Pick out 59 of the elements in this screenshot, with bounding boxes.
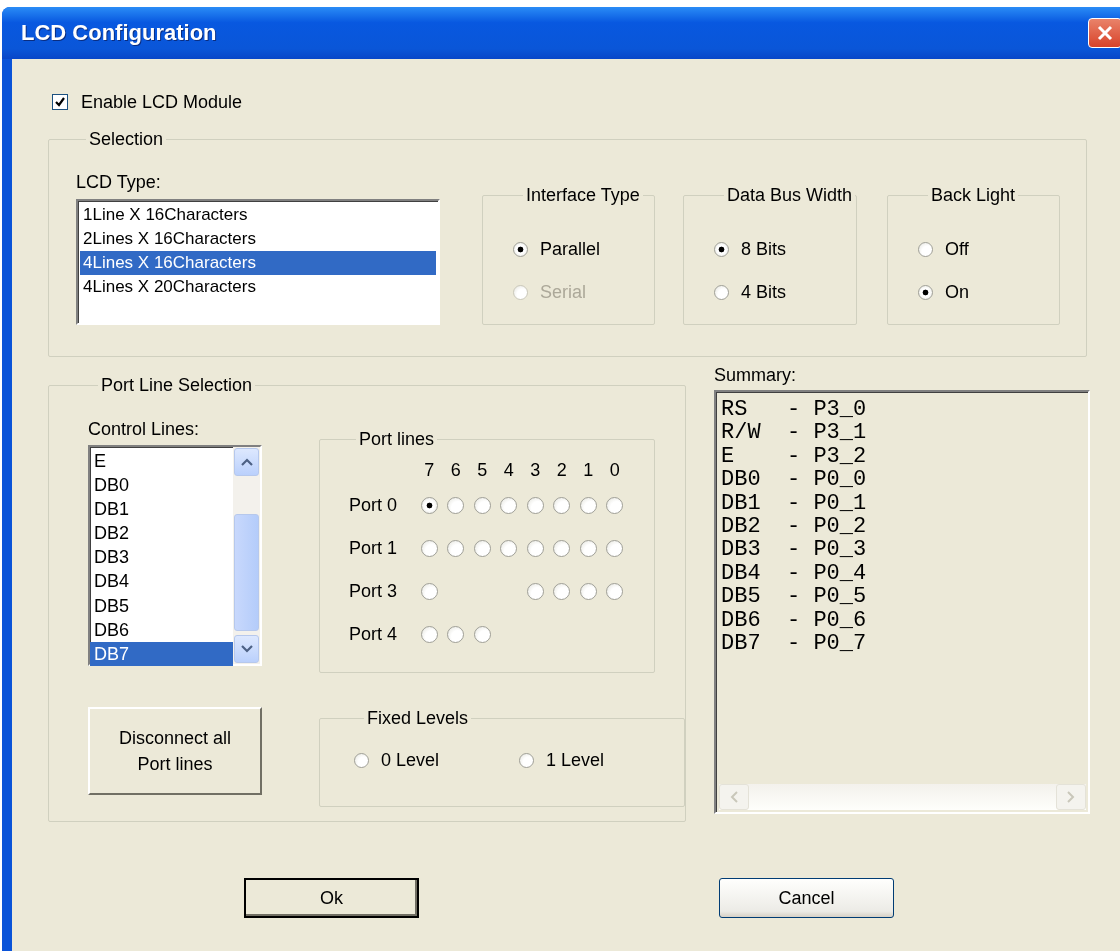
group-title: Port Line Selection xyxy=(100,375,254,396)
summary-line: DB6 - P0_6 xyxy=(721,608,868,633)
summary-line: DB2 - P0_2 xyxy=(721,515,868,539)
dialog-button[interactable]: Cancel xyxy=(719,878,894,918)
bit-number: 6 xyxy=(450,459,461,481)
group-title: Fixed Levels xyxy=(366,708,470,729)
radio-label: 4 Bits xyxy=(741,282,787,303)
list-item[interactable]: DB0 xyxy=(90,473,233,498)
list-label: LCD Type: xyxy=(76,171,162,193)
summary-line: DB4 - P0_4 xyxy=(721,561,868,586)
list-item[interactable]: E xyxy=(90,449,233,474)
radio-label: 1 Level xyxy=(546,750,605,771)
list-item[interactable]: DB7 xyxy=(90,641,233,666)
bit-number: 2 xyxy=(556,459,567,481)
group-title: Selection xyxy=(88,129,165,150)
summary-line: DB1 - P0_1 xyxy=(721,491,868,516)
radio-label: Parallel xyxy=(540,239,601,260)
summary-line: DB5 - P0_5 xyxy=(721,585,868,609)
radio-label: Serial xyxy=(540,282,587,303)
window-title: LCD Configuration xyxy=(21,20,217,46)
port-label: Port 4 xyxy=(349,624,398,645)
port-label: Port 3 xyxy=(349,581,398,602)
list-item[interactable]: 4Lines X 16Characters xyxy=(80,251,436,275)
group-title: Port lines xyxy=(358,429,436,450)
summary-line: R/W - P3_1 xyxy=(721,421,868,445)
summary-line: DB0 - P0_0 xyxy=(721,468,868,492)
group-title: Data Bus Width xyxy=(726,185,854,206)
port-label: Port 1 xyxy=(349,538,398,559)
list-item[interactable]: DB1 xyxy=(90,497,233,522)
list-item[interactable]: DB6 xyxy=(90,617,233,642)
summary-line: DB3 - P0_3 xyxy=(721,538,868,562)
list-item[interactable]: DB5 xyxy=(90,593,233,618)
radio-label: On xyxy=(945,282,969,303)
summary-line: DB7 - P0_7 xyxy=(721,632,868,656)
bit-number: 5 xyxy=(477,459,488,481)
bit-number: 3 xyxy=(530,459,541,481)
bit-number: 0 xyxy=(609,459,620,481)
list-item[interactable]: DB4 xyxy=(90,569,233,594)
list-label: Control Lines: xyxy=(88,418,201,440)
radio-label: Off xyxy=(945,239,969,260)
list-item[interactable]: 4Lines X 20Characters xyxy=(80,275,436,299)
group-title: Back Light xyxy=(930,185,1017,206)
port-label: Port 0 xyxy=(349,495,398,516)
group-title: Interface Type xyxy=(525,185,641,206)
bit-number: 7 xyxy=(424,459,435,481)
bit-number: 4 xyxy=(503,459,514,481)
bit-number: 1 xyxy=(583,459,594,481)
summary-line: E - P3_2 xyxy=(721,444,868,469)
list-item[interactable]: DB3 xyxy=(90,545,233,570)
dialog-button[interactable]: Ok xyxy=(244,878,419,918)
summary-line: RS - P3_0 xyxy=(721,398,868,422)
list-item[interactable]: 1Line X 16Characters xyxy=(80,203,436,227)
summary-label: Summary: xyxy=(714,364,797,386)
list-item[interactable]: 2Lines X 16Characters xyxy=(80,227,436,251)
list-item[interactable]: DB2 xyxy=(90,521,233,546)
radio-label: 0 Level xyxy=(381,750,440,771)
radio-label: 8 Bits xyxy=(741,239,787,260)
disconnect-button[interactable]: Disconnect all Port lines xyxy=(88,707,262,795)
checkbox-label: Enable LCD Module xyxy=(81,91,243,113)
